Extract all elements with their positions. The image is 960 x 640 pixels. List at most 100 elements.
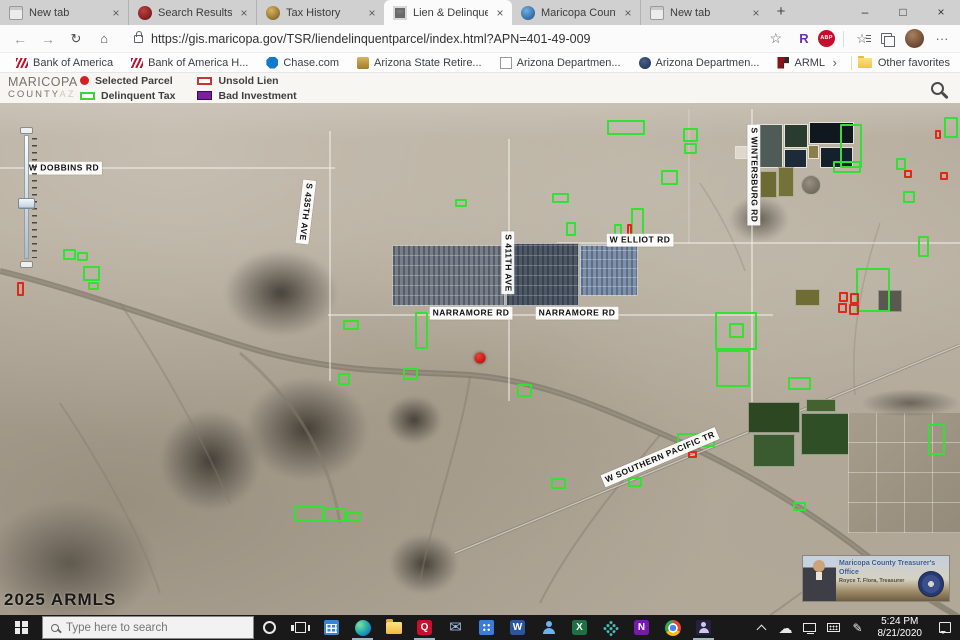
delinquent-parcel[interactable]	[294, 506, 324, 522]
delinquent-parcel[interactable]	[918, 236, 929, 257]
favorite-item[interactable]: Bank of America	[10, 57, 125, 69]
delinquent-parcel[interactable]	[729, 323, 744, 338]
tab-close-icon[interactable]: ×	[622, 6, 634, 20]
delinquent-parcel[interactable]	[684, 143, 697, 154]
delinquent-parcel[interactable]	[403, 368, 418, 380]
delinquent-parcel[interactable]	[788, 377, 811, 390]
delinquent-parcel[interactable]	[628, 477, 642, 487]
maximize-button[interactable]: □	[884, 0, 922, 25]
delinquent-parcel[interactable]	[323, 508, 346, 522]
taskbar-edge-button[interactable]	[347, 615, 378, 640]
start-button[interactable]	[0, 615, 42, 640]
tab-close-icon[interactable]: ×	[494, 6, 506, 20]
close-button[interactable]: ×	[922, 0, 960, 25]
favorites-list-icon[interactable]: ☆	[852, 31, 872, 47]
zoom-track[interactable]	[24, 135, 29, 259]
unsold-lien-parcel[interactable]	[850, 293, 859, 304]
tab-close-icon[interactable]: ×	[110, 6, 122, 20]
browser-tab[interactable]: Maricopa County Asse×	[512, 0, 640, 25]
tab-close-icon[interactable]: ×	[366, 6, 378, 20]
url-field[interactable]: https://gis.maricopa.gov/TSR/liendelinqu…	[151, 32, 765, 46]
delinquent-parcel[interactable]	[343, 320, 359, 330]
collections-icon[interactable]	[881, 33, 892, 44]
browser-tab[interactable]: Tax History×	[256, 0, 384, 25]
favorite-item[interactable]: Bank of America H...	[125, 57, 260, 69]
zoom-in-button[interactable]	[20, 127, 33, 134]
minimize-button[interactable]: –	[846, 0, 884, 25]
taskbar-clock[interactable]: 5:24 PM 8/21/2020	[870, 616, 931, 640]
tray-onedrive-button[interactable]	[774, 621, 798, 635]
favorite-item[interactable]: Chase.com	[260, 57, 351, 69]
selected-parcel-marker[interactable]	[475, 353, 486, 364]
delinquent-parcel[interactable]	[661, 170, 678, 185]
taskbar-quicken-button[interactable]: Q	[409, 615, 440, 640]
delinquent-parcel[interactable]	[683, 128, 698, 142]
home-icon[interactable]: ⌂	[92, 31, 116, 46]
delinquent-parcel[interactable]	[83, 266, 100, 281]
delinquent-parcel[interactable]	[793, 502, 806, 511]
favorite-item[interactable]: Arizona Departmen...	[633, 57, 772, 69]
zoom-out-button[interactable]	[20, 261, 33, 268]
back-icon[interactable]: ←	[8, 31, 32, 47]
taskbar-acrobat-button[interactable]	[688, 615, 719, 640]
taskbar-excel-button[interactable]: X	[564, 615, 595, 640]
new-tab-button[interactable]: +	[768, 0, 794, 25]
taskbar-mail-button[interactable]	[440, 615, 471, 640]
unsold-lien-parcel[interactable]	[17, 282, 24, 296]
tray-chevron-up-button[interactable]	[750, 621, 774, 635]
tray-touch-keyboard-button[interactable]	[822, 621, 846, 635]
delinquent-parcel[interactable]	[903, 191, 915, 203]
delinquent-parcel[interactable]	[63, 249, 76, 260]
delinquent-parcel[interactable]	[552, 193, 569, 203]
profile-avatar[interactable]	[905, 29, 924, 48]
favorites-overflow-chevron[interactable]: ›	[825, 55, 845, 70]
browser-tab[interactable]: Lien & Delinquent Par×	[384, 0, 512, 25]
unsold-lien-parcel[interactable]	[838, 303, 847, 313]
action-center-button[interactable]	[930, 622, 960, 633]
unsold-lien-parcel[interactable]	[935, 130, 941, 139]
refresh-icon[interactable]: ↻	[64, 31, 88, 47]
taskbar-calculator-button[interactable]	[471, 615, 502, 640]
map-viewport[interactable]: W DOBBINS RDS 435TH AVES 411TH AVEW ELLI…	[0, 103, 960, 615]
forward-icon[interactable]: →	[36, 31, 60, 47]
delinquent-parcel[interactable]	[346, 512, 361, 522]
taskbar-file-explorer-button[interactable]	[378, 615, 409, 640]
unsold-lien-parcel[interactable]	[940, 172, 948, 180]
unsold-lien-parcel[interactable]	[904, 170, 912, 178]
browser-menu-icon[interactable]: ···	[932, 31, 952, 46]
delinquent-parcel[interactable]	[896, 158, 906, 170]
delinquent-parcel[interactable]	[944, 117, 958, 138]
unsold-lien-parcel[interactable]	[849, 304, 859, 315]
add-favorite-star-icon[interactable]: ☆	[769, 30, 782, 47]
taskbar-word-button[interactable]: W	[502, 615, 533, 640]
delinquent-parcel[interactable]	[338, 373, 350, 385]
taskbar-calendar-button[interactable]	[316, 615, 347, 640]
taskbar-search[interactable]	[42, 616, 254, 639]
adblock-extension-icon[interactable]: ABP	[818, 30, 835, 47]
delinquent-parcel[interactable]	[928, 424, 945, 455]
delinquent-parcel[interactable]	[88, 282, 99, 290]
delinquent-parcel[interactable]	[716, 350, 750, 387]
delinquent-parcel[interactable]	[566, 222, 576, 236]
search-icon[interactable]	[931, 82, 944, 95]
unsold-lien-parcel[interactable]	[688, 451, 697, 458]
taskbar-fitbit-button[interactable]	[595, 615, 626, 640]
delinquent-parcel[interactable]	[415, 312, 428, 349]
favorite-item[interactable]: ARMLS (Arizona Re...	[771, 57, 824, 69]
browser-tab[interactable]: Search Results - Maric×	[128, 0, 256, 25]
taskbar-cortana-button[interactable]	[254, 615, 285, 640]
tray-display-button[interactable]	[798, 621, 822, 635]
delinquent-parcel[interactable]	[631, 208, 644, 237]
zoom-thumb[interactable]	[18, 198, 35, 209]
extension-r-icon[interactable]: R	[794, 31, 814, 46]
tab-close-icon[interactable]: ×	[750, 6, 762, 20]
delinquent-parcel[interactable]	[77, 252, 88, 261]
delinquent-parcel[interactable]	[455, 199, 467, 207]
taskbar-chrome-button[interactable]	[657, 615, 688, 640]
taskbar-task-view-button[interactable]	[285, 615, 316, 640]
delinquent-parcel[interactable]	[517, 384, 532, 397]
taskbar-onenote-button[interactable]: N	[626, 615, 657, 640]
taskbar-search-input[interactable]	[66, 622, 226, 634]
delinquent-parcel[interactable]	[833, 161, 861, 173]
unsold-lien-parcel[interactable]	[839, 292, 848, 302]
